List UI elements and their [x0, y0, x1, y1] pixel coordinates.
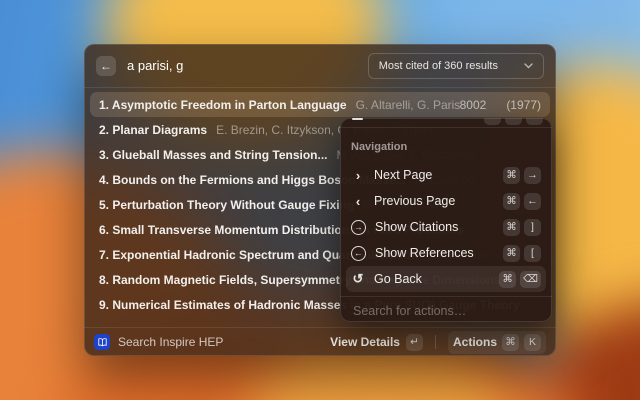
action-label: Previous Page [374, 194, 455, 208]
result-title: 5. Perturbation Theory Without Gauge Fix… [99, 198, 354, 212]
sort-dropdown-label: Most cited of 360 results [379, 60, 498, 72]
clipped-action-row [346, 118, 546, 127]
action-label: Show Citations [375, 220, 458, 234]
command-key-icon: ⌘ [503, 219, 520, 236]
section-header: Navigation [346, 128, 546, 162]
footer-divider [435, 335, 436, 349]
action-label: Show References [375, 246, 474, 260]
actions-panel: Navigation › Next Page ⌘ → ‹ Previous Pa… [340, 118, 552, 322]
action-next-page[interactable]: › Next Page ⌘ → [346, 162, 546, 188]
command-key-icon: ⌘ [502, 334, 519, 351]
action-go-back[interactable]: ↺ Go Back ⌘ ⌫ [346, 266, 546, 292]
clipped-key [484, 118, 501, 125]
delete-key-icon: ⌫ [520, 271, 541, 288]
search-input[interactable]: a parisi, g [127, 58, 183, 73]
arrow-left-key-icon: ← [524, 193, 541, 210]
arrow-right-key-icon: → [524, 167, 541, 184]
chevron-down-icon [524, 63, 533, 69]
actions-button[interactable]: Actions ⌘ K [448, 331, 546, 354]
command-key-icon: ⌘ [503, 193, 520, 210]
clipped-key [526, 118, 543, 125]
right-bracket-key-icon: ] [524, 219, 541, 236]
action-show-references[interactable]: ← Show References ⌘ [ [346, 240, 546, 266]
actions-search-input[interactable] [351, 303, 541, 319]
footer-bar: Search Inspire HEP View Details ↵ Action… [84, 327, 556, 356]
back-arrow-icon: ← [100, 59, 112, 73]
arrow-left-circle-icon: ← [351, 246, 366, 261]
left-bracket-key-icon: [ [524, 245, 541, 262]
actions-search [346, 297, 546, 322]
back-button[interactable]: ← [96, 56, 116, 76]
arrow-right-circle-icon: → [351, 220, 366, 235]
return-key-icon: ↵ [406, 334, 423, 351]
action-label: Next Page [374, 168, 432, 182]
command-key-icon: ⌘ [503, 167, 520, 184]
clipped-key [505, 118, 522, 125]
inspire-hep-logo-icon [94, 334, 110, 350]
result-title: 3. Glueball Masses and String Tension... [99, 148, 328, 162]
sort-dropdown[interactable]: Most cited of 360 results [368, 53, 544, 79]
action-label: Go Back [374, 272, 422, 286]
action-show-citations[interactable]: → Show Citations ⌘ ] [346, 214, 546, 240]
result-title: 2. Planar Diagrams [99, 123, 207, 137]
chevron-left-icon: ‹ [351, 194, 365, 209]
result-row[interactable]: 1. Asymptotic Freedom in Parton Language… [90, 92, 550, 117]
result-authors: G. Altarelli, G. Parisi [356, 98, 460, 112]
command-key-icon: ⌘ [499, 271, 516, 288]
undo-icon: ↺ [351, 271, 365, 287]
result-year: (1977) [506, 98, 541, 112]
command-key-icon: ⌘ [503, 245, 520, 262]
clipped-text [352, 118, 363, 120]
k-key-icon: K [524, 334, 541, 351]
chevron-right-icon: › [351, 168, 365, 183]
search-header: ← a parisi, g Most cited of 360 results [84, 44, 556, 88]
actions-label: Actions [453, 335, 497, 349]
app-label: Search Inspire HEP [118, 335, 223, 349]
view-details-button[interactable]: View Details [330, 335, 400, 349]
result-title: 1. Asymptotic Freedom in Parton Language [99, 98, 347, 112]
action-previous-page[interactable]: ‹ Previous Page ⌘ ← [346, 188, 546, 214]
result-citations: 8002 [460, 98, 487, 112]
